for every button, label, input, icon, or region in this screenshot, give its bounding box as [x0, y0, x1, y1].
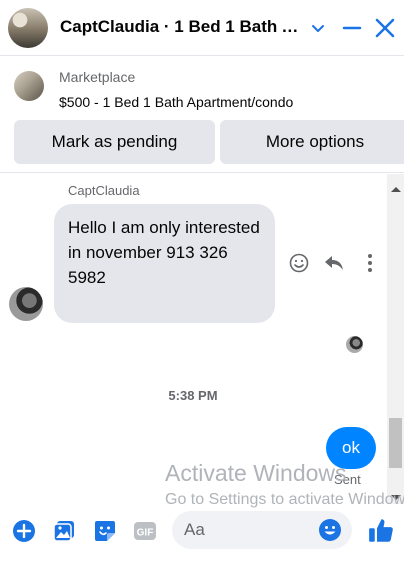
outgoing-message-bubble[interactable]: ok [326, 427, 376, 469]
scrollbar[interactable] [387, 174, 404, 504]
svg-text:GIF: GIF [137, 528, 154, 539]
plus-circle-icon[interactable] [12, 519, 36, 543]
more-options-button[interactable]: More options [220, 120, 404, 164]
marketplace-label: Marketplace [59, 69, 136, 85]
message-status: Sent [334, 472, 361, 487]
sender-avatar[interactable] [9, 287, 43, 321]
thumbs-up-icon[interactable] [368, 517, 395, 544]
chevron-down-icon[interactable] [307, 17, 329, 39]
message-composer: GIF [0, 505, 404, 561]
close-icon[interactable] [374, 17, 396, 39]
emoji-icon[interactable] [318, 518, 342, 542]
sender-name: CaptClaudia [68, 183, 140, 198]
scroll-up-arrow-icon[interactable] [391, 187, 401, 192]
minimize-icon[interactable] [341, 17, 363, 39]
avatar[interactable] [8, 8, 48, 48]
message-thread: CaptClaudia Hello I am only interested i… [0, 174, 404, 504]
listing-title[interactable]: $500 - 1 Bed 1 Bath Apartment/condo [59, 94, 293, 110]
chat-title[interactable]: CaptClaudia · 1 Bed 1 Bath Apartment/con… [60, 17, 302, 37]
react-smile-icon[interactable] [288, 252, 310, 274]
chat-header: CaptClaudia · 1 Bed 1 Bath Apartment/con… [0, 0, 404, 56]
listing-thumbnail[interactable] [14, 71, 44, 101]
seen-avatar [346, 336, 363, 353]
scrollbar-thumb[interactable] [389, 418, 402, 468]
timestamp: 5:38 PM [168, 388, 218, 403]
mark-as-pending-button[interactable]: Mark as pending [14, 120, 215, 164]
reply-icon[interactable] [323, 252, 345, 274]
photo-icon[interactable] [52, 519, 76, 543]
more-vertical-icon[interactable] [359, 252, 381, 274]
incoming-message-bubble[interactable]: Hello I am only interested in november 9… [54, 204, 275, 323]
marketplace-listing: Marketplace $500 - 1 Bed 1 Bath Apartmen… [0, 57, 404, 173]
scroll-down-arrow-icon[interactable] [391, 495, 401, 500]
sticker-icon[interactable] [93, 519, 117, 543]
gif-icon[interactable]: GIF [133, 519, 157, 543]
